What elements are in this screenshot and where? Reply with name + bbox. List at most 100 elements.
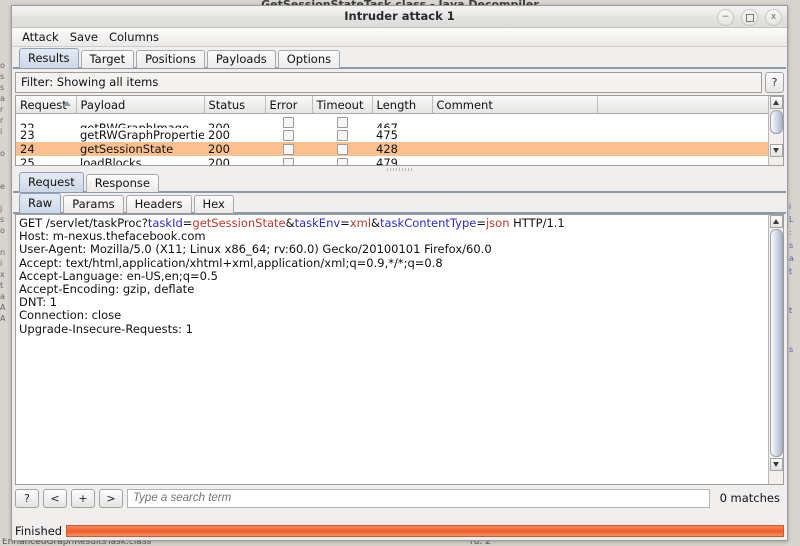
column-header-filler — [597, 96, 783, 114]
scroll-down-icon[interactable] — [770, 458, 783, 471]
search-input[interactable] — [127, 489, 710, 508]
cell-timeout — [312, 114, 372, 129]
param-value-taskenv: xml — [350, 216, 371, 230]
message-tabs: Request Response — [12, 172, 787, 191]
search-add-icon[interactable]: + — [71, 489, 95, 508]
menu-columns[interactable]: Columns — [104, 29, 164, 45]
cell-error — [265, 156, 312, 166]
results-table-header-row: Request Payload Status Error Timeout Len… — [16, 96, 783, 114]
search-previous-icon[interactable]: < — [43, 489, 67, 508]
cell-timeout — [312, 142, 372, 156]
cell-filler — [597, 142, 783, 156]
column-header-timeout[interactable]: Timeout — [312, 96, 372, 114]
table-row[interactable]: 25 loadBlocks 200 479 — [16, 156, 783, 166]
timeout-checkbox[interactable] — [337, 130, 348, 141]
progress-bar — [66, 525, 784, 537]
scroll-up-icon[interactable] — [770, 215, 783, 228]
tab-response[interactable]: Response — [86, 174, 159, 192]
tab-params[interactable]: Params — [63, 195, 123, 213]
header-accept-language: Accept-Language: en-US,en;q=0.5 — [19, 269, 218, 283]
cell-timeout — [312, 128, 372, 142]
menu-save[interactable]: Save — [65, 29, 103, 45]
tab-options[interactable]: Options — [278, 50, 340, 68]
cell-error — [265, 142, 312, 156]
tab-positions[interactable]: Positions — [136, 50, 205, 68]
scroll-thumb[interactable] — [770, 110, 783, 134]
background-right-text: iL:satts — [789, 200, 800, 510]
error-checkbox[interactable] — [283, 158, 294, 166]
view-tabs: Raw Params Headers Hex — [12, 193, 787, 212]
horizontal-splitter[interactable] — [15, 167, 784, 172]
results-table-container: Request Payload Status Error Timeout Len… — [15, 95, 784, 166]
header-connection: Connection: close — [19, 308, 121, 322]
sort-ascending-icon — [63, 101, 71, 106]
column-header-comment[interactable]: Comment — [432, 96, 597, 114]
error-checkbox[interactable] — [283, 144, 294, 155]
window-title: Intruder attack 1 — [12, 6, 787, 27]
intruder-attack-window: Intruder attack 1 − x Attack Save Column… — [11, 5, 788, 541]
filter-help-icon[interactable]: ? — [765, 72, 784, 93]
minimize-icon[interactable]: − — [717, 9, 734, 26]
error-checkbox[interactable] — [283, 117, 294, 128]
tab-target[interactable]: Target — [81, 50, 135, 68]
filter-bar[interactable]: Filter: Showing all items — [15, 72, 762, 93]
cell-filler — [597, 156, 783, 166]
scroll-thumb[interactable] — [770, 229, 783, 457]
table-row[interactable]: 24 getSessionState 200 428 — [16, 142, 783, 156]
cell-payload: getRWGraphImage — [76, 114, 204, 129]
cell-timeout — [312, 156, 372, 166]
param-value-taskcontenttype: json — [486, 216, 510, 230]
search-help-icon[interactable]: ? — [15, 489, 39, 508]
cell-filler — [597, 114, 783, 129]
cell-comment — [432, 114, 597, 129]
request-editor-scrollbar[interactable] — [768, 215, 783, 484]
tab-request[interactable]: Request — [19, 172, 84, 192]
table-row[interactable]: 23 getRWGraphProperties 200 475 — [16, 128, 783, 142]
window-controls: − x — [717, 9, 782, 26]
main-tabs: Results Target Positions Payloads Option… — [12, 47, 787, 67]
cell-length: 479 — [372, 156, 432, 166]
column-header-length[interactable]: Length — [372, 96, 432, 114]
error-checkbox[interactable] — [283, 130, 294, 141]
timeout-checkbox[interactable] — [337, 158, 348, 166]
tab-raw[interactable]: Raw — [19, 193, 61, 213]
search-bar: ? < + > 0 matches — [15, 487, 784, 509]
scroll-up-icon[interactable] — [770, 96, 783, 109]
cell-error — [265, 114, 312, 129]
menu-attack[interactable]: Attack — [17, 29, 64, 45]
table-row[interactable]: 22 getRWGraphImage 200 467 — [16, 114, 783, 129]
column-header-error[interactable]: Error — [265, 96, 312, 114]
request-text[interactable]: GET /servlet/taskProc?taskId=getSessionS… — [16, 215, 768, 484]
results-table-scrollbar[interactable] — [768, 96, 783, 165]
column-header-status[interactable]: Status — [204, 96, 265, 114]
tab-hex[interactable]: Hex — [194, 195, 234, 213]
tab-headers[interactable]: Headers — [126, 195, 192, 213]
tab-payloads[interactable]: Payloads — [207, 50, 276, 68]
timeout-checkbox[interactable] — [337, 144, 348, 155]
column-header-request[interactable]: Request — [16, 96, 76, 114]
cell-request: 24 — [16, 142, 76, 156]
column-header-payload[interactable]: Payload — [76, 96, 204, 114]
scroll-down-icon[interactable] — [770, 144, 783, 157]
cell-request: 23 — [16, 128, 76, 142]
results-table-body: 22 getRWGraphImage 200 467 23 getRWGraph… — [16, 114, 783, 167]
param-value-taskid: getSessionState — [192, 216, 285, 230]
results-table: Request Payload Status Error Timeout Len… — [16, 96, 783, 166]
header-accept: Accept: text/html,application/xhtml+xml,… — [19, 256, 443, 270]
status-label: Finished — [15, 524, 62, 538]
cell-payload: getSessionState — [76, 142, 204, 156]
maximize-icon[interactable] — [741, 9, 758, 26]
request-editor[interactable]: GET /servlet/taskProc?taskId=getSessionS… — [15, 214, 784, 485]
cell-length: 467 — [372, 114, 432, 129]
http-version: HTTP/1.1 — [510, 216, 565, 230]
search-matches-count: 0 matches — [714, 491, 784, 505]
tab-results[interactable]: Results — [19, 48, 79, 68]
request-line: GET /servlet/taskProc?taskId=getSessionS… — [19, 216, 565, 230]
cell-error — [265, 128, 312, 142]
timeout-checkbox[interactable] — [337, 117, 348, 128]
cell-length: 428 — [372, 142, 432, 156]
close-icon[interactable]: x — [765, 9, 782, 26]
window-titlebar[interactable]: Intruder attack 1 − x — [12, 6, 787, 28]
search-next-icon[interactable]: > — [99, 489, 123, 508]
cell-request: 25 — [16, 156, 76, 166]
